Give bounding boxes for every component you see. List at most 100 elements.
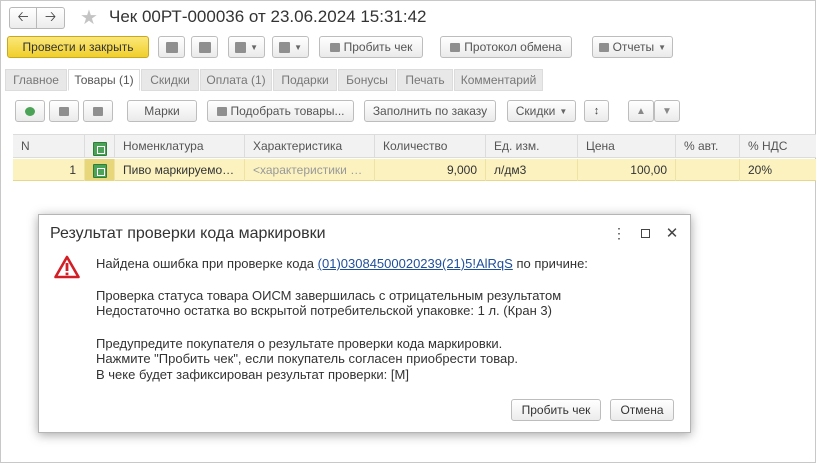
- more-actions-icon[interactable]: ⋮: [611, 225, 627, 241]
- move-down-button[interactable]: ▼: [654, 100, 680, 122]
- add-icon: [25, 106, 35, 116]
- maximize-icon: [640, 228, 650, 238]
- warn-buyer-text: Предупредите покупателя о результате про…: [96, 336, 503, 351]
- arrow-down-icon: ▼: [662, 105, 672, 117]
- scan-barcode-button[interactable]: [49, 100, 79, 122]
- tab-discounts[interactable]: Скидки: [141, 69, 199, 91]
- error-line: Найдена ошибка при проверке кода (01)030…: [96, 257, 588, 271]
- arrow-right-icon: 🡢: [44, 8, 57, 24]
- maximize-button[interactable]: [637, 225, 653, 241]
- column-n[interactable]: N: [13, 135, 85, 157]
- column-quantity[interactable]: Количество: [375, 135, 486, 157]
- page-title: Чек 00РТ-000036 от 23.06.2024 15:31:42: [109, 7, 427, 26]
- column-vat[interactable]: % НДС: [740, 135, 816, 157]
- tab-bonuses[interactable]: Бонусы: [338, 69, 396, 91]
- chevron-down-icon: ▼: [250, 42, 258, 52]
- tab-comment[interactable]: Комментарий: [454, 69, 543, 91]
- table-row[interactable]: 1 Пиво маркируемое… <характеристики н… 9…: [13, 159, 816, 181]
- arrow-up-icon: ▲: [636, 105, 646, 117]
- cell-auto-pct: [676, 159, 740, 181]
- move-up-button[interactable]: ▲: [628, 100, 654, 122]
- favorite-star-icon[interactable]: ★: [80, 5, 98, 30]
- cell-n: 1: [13, 159, 85, 181]
- tab-goods[interactable]: Товары (1): [68, 69, 140, 91]
- marking-icon: [92, 163, 107, 178]
- select-goods-icon: [216, 106, 227, 116]
- tab-payment[interactable]: Оплата (1): [200, 69, 272, 91]
- marking-code-link[interactable]: (01)03084500020239(21)5!AlRqS: [318, 256, 513, 271]
- column-auto-pct[interactable]: % авт.: [676, 135, 740, 157]
- add-row-button[interactable]: [15, 100, 45, 122]
- reports-label: Отчеты: [612, 40, 655, 54]
- tab-main[interactable]: Главное: [5, 69, 67, 91]
- title-row: 🡠 🡢 ★ Чек 00РТ-000036 от 23.06.2024 15:3…: [1, 1, 816, 35]
- close-icon: ✕: [665, 225, 679, 242]
- print-receipt-label: Пробить чек: [343, 40, 413, 54]
- cell-characteristic: <характеристики н…: [245, 159, 375, 181]
- result-text: В чеке будет зафиксирован результат пров…: [96, 367, 409, 382]
- select-goods-button[interactable]: Подобрать товары...: [207, 100, 354, 122]
- print-button[interactable]: ▼: [272, 36, 309, 58]
- column-item[interactable]: Номенклатура: [115, 135, 245, 157]
- select-goods-label: Подобрать товары...: [230, 104, 345, 118]
- discounts-button[interactable]: Скидки ▼: [507, 100, 576, 122]
- cell-unit: л/дм3: [486, 159, 578, 181]
- column-characteristic[interactable]: Характеристика: [245, 135, 375, 157]
- marking-check-dialog: Результат проверки кода маркировки ⋮ ✕ Н…: [38, 214, 691, 433]
- save-icon: [165, 41, 178, 53]
- clear-button[interactable]: [83, 100, 113, 122]
- fill-by-order-button[interactable]: Заполнить по заказу: [364, 100, 496, 122]
- column-mark[interactable]: [85, 135, 115, 157]
- cell-vat: 20%: [748, 163, 773, 177]
- exchange-log-label: Протокол обмена: [464, 40, 562, 54]
- barcode-icon: [59, 106, 69, 116]
- printer-icon: [279, 41, 291, 53]
- dialog-title: Результат проверки кода маркировки: [50, 225, 326, 242]
- eraser-icon: [93, 106, 103, 116]
- tab-bar: Главное Товары (1) Скидки Оплата (1) Под…: [1, 69, 816, 91]
- instruction-text: Нажмите "Пробить чек", если покупатель с…: [96, 351, 519, 366]
- tab-print[interactable]: Печать: [397, 69, 453, 91]
- save-button[interactable]: [158, 36, 185, 58]
- discounts-label: Скидки: [515, 104, 556, 118]
- reports-button[interactable]: Отчеты ▼: [592, 36, 673, 58]
- create-based-icon: [235, 41, 247, 53]
- log-icon: [450, 42, 461, 52]
- column-price[interactable]: Цена: [578, 135, 676, 157]
- show-totals-button[interactable]: ↕: [584, 100, 609, 122]
- vertical-resize-icon: ↕: [593, 105, 600, 117]
- post-button[interactable]: [191, 36, 218, 58]
- close-button[interactable]: ✕: [664, 225, 680, 242]
- warning-icon: [54, 255, 80, 279]
- status-check-text: Проверка статуса товара ОИСМ завершилась…: [96, 288, 562, 303]
- cancel-button[interactable]: Отмена: [610, 399, 674, 421]
- exchange-log-button[interactable]: Протокол обмена: [440, 36, 572, 58]
- error-suffix: по причине:: [516, 256, 588, 271]
- cash-register-icon: [329, 42, 340, 52]
- table-toolbar: Марки Подобрать товары... Заполнить по з…: [1, 100, 816, 124]
- command-bar: Провести и закрыть ▼ ▼ Пробить чек Прото…: [1, 36, 816, 62]
- tab-gifts[interactable]: Подарки: [273, 69, 337, 91]
- cell-item: Пиво маркируемое…: [115, 159, 245, 181]
- report-icon: [599, 42, 609, 52]
- confirm-print-receipt-button[interactable]: Пробить чек: [511, 399, 601, 421]
- chevron-down-icon: ▼: [294, 42, 302, 52]
- print-receipt-button[interactable]: Пробить чек: [319, 36, 423, 58]
- table-header: N Номенклатура Характеристика Количество…: [13, 134, 816, 158]
- post-document-icon: [198, 41, 211, 53]
- post-and-close-button[interactable]: Провести и закрыть: [7, 36, 149, 58]
- remainder-text: Недостаточно остатка во вскрытой потреби…: [96, 303, 552, 318]
- back-button[interactable]: 🡠: [9, 7, 37, 29]
- forward-button[interactable]: 🡢: [37, 7, 65, 29]
- chevron-down-icon: ▼: [559, 106, 568, 116]
- create-based-on-button[interactable]: ▼: [228, 36, 265, 58]
- cell-price: 100,00: [578, 159, 676, 181]
- cell-mark: [85, 159, 115, 181]
- arrow-left-icon: 🡠: [17, 8, 29, 24]
- error-prefix: Найдена ошибка при проверке кода: [96, 256, 315, 271]
- marks-button[interactable]: Марки: [127, 100, 197, 122]
- cell-quantity: 9,000: [375, 159, 486, 181]
- chevron-down-icon: ▼: [658, 42, 666, 52]
- column-unit[interactable]: Ед. изм.: [486, 135, 578, 157]
- marking-icon: [92, 141, 107, 156]
